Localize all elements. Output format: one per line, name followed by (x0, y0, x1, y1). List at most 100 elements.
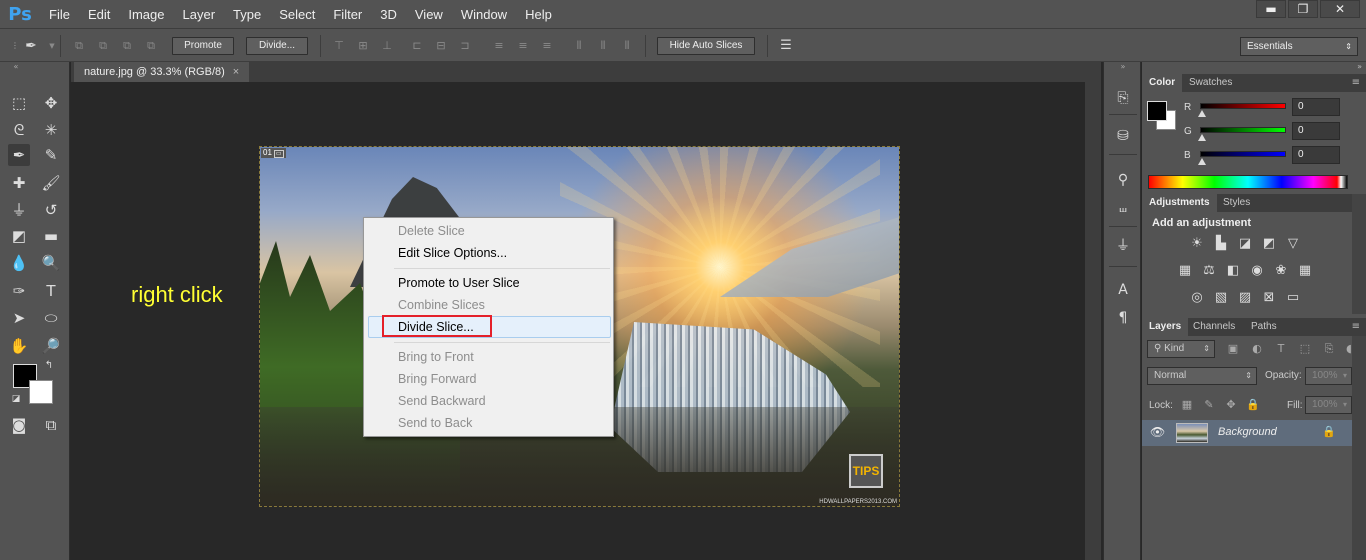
collapse-arrows-icon[interactable]: » (1113, 62, 1133, 72)
tool-preset-dropdown-icon[interactable]: ▼ (45, 39, 59, 53)
layer-filter-kind-select[interactable]: ⚲ Kind ⇕ (1147, 340, 1215, 358)
blue-value-field[interactable]: 0 (1292, 146, 1340, 164)
slice-select-tool-icon[interactable]: ✒ (8, 144, 30, 166)
history-brush-tool-icon[interactable]: ↺ (40, 199, 62, 221)
green-value-field[interactable]: 0 (1292, 122, 1340, 140)
divide-button[interactable]: Divide... (246, 37, 308, 55)
tab-swatches[interactable]: Swatches (1182, 74, 1239, 92)
gradient-tool-icon[interactable]: ▬ (40, 225, 62, 247)
slice-options-icon[interactable]: ☰ (779, 39, 793, 53)
lock-transparent-icon[interactable]: ▦ (1180, 398, 1194, 412)
menu-layer[interactable]: Layer (174, 7, 225, 22)
screen-mode-icon[interactable]: ⧉ (40, 414, 62, 436)
color-balance-icon[interactable]: ⚖ (1200, 263, 1218, 279)
brush-tool-icon[interactable]: 🖌 (40, 172, 62, 194)
menu-select[interactable]: Select (270, 7, 324, 22)
tab-paths[interactable]: Paths (1244, 318, 1284, 336)
lasso-tool-icon[interactable]: ᘓ (8, 119, 30, 141)
zoom-tool-icon[interactable]: 🔎 (40, 335, 62, 357)
filter-adjustment-icon[interactable]: ◐ (1250, 342, 1264, 356)
move-tool-icon[interactable]: ✥ (40, 92, 62, 114)
posterize-icon[interactable]: ▧ (1212, 290, 1230, 306)
history-panel-icon[interactable]: ⎘ (1113, 88, 1133, 108)
blend-mode-select[interactable]: Normal ⇕ (1147, 367, 1257, 385)
brush-panel-icon[interactable]: ⚲ (1113, 170, 1133, 190)
background-color-swatch[interactable] (29, 380, 53, 404)
invert-icon[interactable]: ◎ (1188, 290, 1206, 306)
restore-button[interactable]: ❐ (1288, 0, 1318, 18)
promote-button[interactable]: Promote (172, 37, 234, 55)
levels-icon[interactable]: ▙ (1212, 236, 1230, 252)
filter-shape-icon[interactable]: ⬚ (1298, 342, 1312, 356)
fill-field[interactable]: 100% ▾ (1305, 396, 1352, 414)
menu-image[interactable]: Image (119, 7, 173, 22)
blur-tool-icon[interactable]: 💧 (8, 252, 30, 274)
ellipse-tool-icon[interactable]: ⬭ (40, 307, 62, 329)
eraser-tool-icon[interactable]: ◩ (8, 225, 30, 247)
collapse-arrows-icon[interactable]: » (1357, 62, 1362, 72)
slider-thumb-icon[interactable] (1198, 110, 1206, 117)
workspace-select[interactable]: Essentials ⇕ (1240, 37, 1358, 56)
dodge-tool-icon[interactable]: 🔍 (40, 252, 62, 274)
paragraph-panel-icon[interactable]: ¶ (1113, 308, 1133, 328)
green-slider-track[interactable] (1200, 127, 1286, 133)
menu-type[interactable]: Type (224, 7, 270, 22)
lock-all-icon[interactable]: 🔒 (1246, 398, 1260, 412)
menu-edit[interactable]: Edit (79, 7, 119, 22)
curves-icon[interactable]: ◪ (1236, 236, 1254, 252)
channel-mixer-icon[interactable]: ❀ (1272, 263, 1290, 279)
clone-source-icon[interactable]: ⏚ (1113, 236, 1133, 256)
healing-brush-tool-icon[interactable]: ✚ (8, 172, 30, 194)
filter-pixel-icon[interactable]: ▣ (1226, 342, 1240, 356)
tab-channels[interactable]: Channels (1186, 318, 1242, 336)
menu-item-promote-to-user-slice[interactable]: Promote to User Slice (364, 272, 613, 294)
slider-thumb-icon[interactable] (1198, 158, 1206, 165)
eye-icon[interactable]: 👁 (1150, 425, 1165, 439)
close-tab-icon[interactable]: × (233, 66, 239, 78)
filter-smart-object-icon[interactable]: ⎘ (1322, 342, 1336, 356)
menu-help[interactable]: Help (516, 7, 561, 22)
menu-view[interactable]: View (406, 7, 452, 22)
blue-slider-track[interactable] (1200, 151, 1286, 157)
hide-auto-slices-button[interactable]: Hide Auto Slices (657, 37, 755, 55)
default-colors-icon[interactable]: ◪ (9, 392, 23, 406)
menu-item-delete-slice[interactable]: Delete Slice (364, 220, 613, 242)
gradient-map-icon[interactable]: ▭ (1284, 290, 1302, 306)
character-panel-icon[interactable]: A (1113, 280, 1133, 300)
menu-item-bring-to-front[interactable]: Bring to Front (364, 346, 613, 368)
vertical-scrollbar[interactable] (1085, 82, 1101, 560)
vibrance-icon[interactable]: ▽ (1284, 236, 1302, 252)
foreground-color-swatch[interactable] (1147, 101, 1167, 121)
threshold-icon[interactable]: ▨ (1236, 290, 1254, 306)
hand-tool-icon[interactable]: ✋ (8, 335, 30, 357)
menu-filter[interactable]: Filter (324, 7, 371, 22)
menu-item-combine-slices[interactable]: Combine Slices (364, 294, 613, 316)
lock-position-icon[interactable]: ✥ (1224, 398, 1238, 412)
minimize-button[interactable]: ▬ (1256, 0, 1286, 18)
menu-item-edit-slice-options[interactable]: Edit Slice Options... (364, 242, 613, 264)
brightness-contrast-icon[interactable]: ☀ (1188, 236, 1206, 252)
menu-item-send-backward[interactable]: Send Backward (364, 390, 613, 412)
opacity-field[interactable]: 100% ▾ (1305, 367, 1352, 385)
menu-item-send-to-back[interactable]: Send to Back (364, 412, 613, 434)
hue-saturation-icon[interactable]: ▦ (1176, 263, 1194, 279)
tab-color[interactable]: Color (1142, 74, 1183, 92)
type-tool-icon[interactable]: T (40, 280, 62, 302)
filter-type-icon[interactable]: T (1274, 342, 1288, 356)
panel-menu-icon[interactable]: ≡ (1352, 74, 1360, 92)
selective-color-icon[interactable]: ⊠ (1260, 290, 1278, 306)
exposure-icon[interactable]: ◩ (1260, 236, 1278, 252)
red-value-field[interactable]: 0 (1292, 98, 1340, 116)
panel-scrollbar[interactable] (1352, 194, 1366, 314)
panel-menu-icon[interactable]: ≡ (1352, 318, 1360, 336)
menu-window[interactable]: Window (452, 7, 516, 22)
swap-colors-icon[interactable]: ↰ (42, 359, 56, 373)
tab-styles[interactable]: Styles (1216, 194, 1257, 212)
red-slider-track[interactable] (1200, 103, 1286, 109)
quick-mask-icon[interactable]: ◙ (8, 414, 30, 436)
eyedropper-tool-icon[interactable]: ✎ (40, 144, 62, 166)
color-lookup-icon[interactable]: ▦ (1296, 263, 1314, 279)
layers-scrollbar[interactable] (1352, 336, 1366, 560)
tab-adjustments[interactable]: Adjustments (1142, 194, 1217, 212)
brush-presets-icon[interactable]: ⧢ (1113, 198, 1133, 218)
